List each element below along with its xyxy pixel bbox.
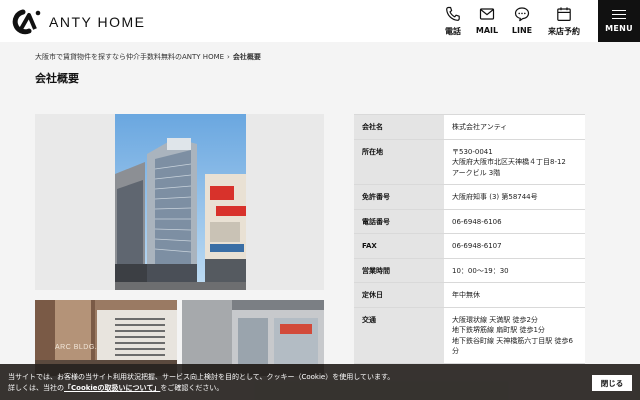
address-line: アークビル 3階: [452, 168, 501, 177]
table-row: 会社名 株式会社アンティ: [354, 114, 585, 140]
address-line: 〒530-0041: [452, 147, 493, 156]
cookie-banner: 当サイトでは、お客様の当サイト利用状況把握、サービス向上検討を目的として、クッキ…: [0, 364, 640, 400]
nav-reservation-label: 来店予約: [548, 27, 580, 36]
nav-mail-label: MAIL: [475, 26, 499, 35]
cookie-line2-post: をご確認ください。: [160, 384, 224, 392]
site-logo[interactable]: ANTY HOME: [9, 9, 145, 35]
site-header: ANTY HOME 電話 MAIL LINE 来店予約 MENU: [0, 0, 640, 42]
menu-button[interactable]: MENU: [598, 0, 640, 42]
building-photo: [35, 114, 324, 290]
row-value: 大阪府知事 (3) 第58744号: [444, 184, 585, 210]
row-key: 交通: [354, 306, 444, 364]
access-line: 地下鉄谷町線 天神橋筋六丁目駅 徒歩6分: [452, 336, 573, 356]
row-key: 定休日: [354, 282, 444, 308]
building-image: [115, 114, 246, 290]
row-key: 免許番号: [354, 184, 444, 210]
row-value: 10：00〜19：30: [444, 257, 585, 283]
logo-mark-icon: [9, 9, 43, 35]
row-value: 06-6948-6107: [444, 233, 585, 259]
address-value: 〒530-0041 大阪府大阪市北区天神橋４丁目8-12 アークビル 3階: [444, 138, 585, 185]
row-value: 株式会社アンティ: [444, 114, 585, 140]
line-icon: [514, 7, 530, 22]
cookie-policy-link[interactable]: 「Cookieの取扱いについて」: [64, 384, 160, 392]
address-line: 大阪府大阪市北区天神橋４丁目8-12: [452, 158, 566, 166]
row-key: 営業時間: [354, 257, 444, 283]
row-key: 電話番号: [354, 208, 444, 234]
calendar-icon: [557, 7, 571, 21]
nav-reservation[interactable]: 来店予約: [539, 6, 589, 37]
menu-label: MENU: [605, 23, 633, 33]
cookie-line1: 当サイトでは、お客様の当サイト利用状況把握、サービス向上検討を目的として、クッキ…: [8, 373, 395, 381]
phone-icon: [446, 6, 460, 21]
breadcrumb-home-link[interactable]: 大阪市で賃貸物件を探すなら仲介手数料無料のANTY HOME: [35, 53, 224, 61]
arc-bldg-sign: ARC BLDG.: [55, 344, 98, 351]
breadcrumb-current: 会社概要: [232, 53, 261, 61]
logo-text: ANTY HOME: [49, 14, 146, 30]
table-row: 定休日 年中無休: [354, 282, 585, 308]
row-key: 所在地: [354, 138, 444, 185]
nav-line-label: LINE: [511, 26, 533, 35]
hamburger-icon: [612, 9, 626, 20]
page-title: 会社概要: [35, 72, 79, 85]
table-row: FAX 06-6948-6107: [354, 233, 585, 259]
access-value: 大阪環状線 天満駅 徒歩2分 地下鉄堺筋線 扇町駅 徒歩1分 地下鉄谷町線 天神…: [444, 306, 585, 364]
access-line: 大阪環状線 天満駅 徒歩2分: [452, 315, 538, 324]
cookie-close-button[interactable]: 閉じる: [592, 375, 632, 391]
row-key: FAX: [354, 233, 444, 259]
phone-value[interactable]: 06-6948-6106: [444, 208, 585, 234]
cookie-line2-pre: 詳しくは、当社の: [8, 384, 64, 392]
breadcrumb-separator: ›: [227, 53, 230, 61]
company-info-table: 会社名 株式会社アンティ 所在地 〒530-0041 大阪府大阪市北区天神橋４丁…: [354, 114, 585, 364]
table-row: 交通 大阪環状線 天満駅 徒歩2分 地下鉄堺筋線 扇町駅 徒歩1分 地下鉄谷町線…: [354, 306, 585, 364]
table-row: 電話番号 06-6948-6106: [354, 208, 585, 234]
nav-phone-label: 電話: [445, 27, 461, 36]
breadcrumb: 大阪市で賃貸物件を探すなら仲介手数料無料のANTY HOME › 会社概要: [35, 52, 261, 62]
row-key: 会社名: [354, 114, 444, 140]
mail-icon: [479, 8, 495, 20]
table-row: 営業時間 10：00〜19：30: [354, 257, 585, 283]
access-line: 地下鉄堺筋線 扇町駅 徒歩1分: [452, 326, 545, 334]
row-value: 年中無休: [444, 282, 585, 308]
cookie-text: 当サイトでは、お客様の当サイト利用状況把握、サービス向上検討を目的として、クッキ…: [8, 372, 394, 394]
table-row: 所在地 〒530-0041 大阪府大阪市北区天神橋４丁目8-12 アークビル 3…: [354, 138, 585, 185]
table-row: 免許番号 大阪府知事 (3) 第58744号: [354, 184, 585, 210]
cookie-line2: 詳しくは、当社の「Cookieの取扱いについて」をご確認ください。: [8, 383, 394, 394]
